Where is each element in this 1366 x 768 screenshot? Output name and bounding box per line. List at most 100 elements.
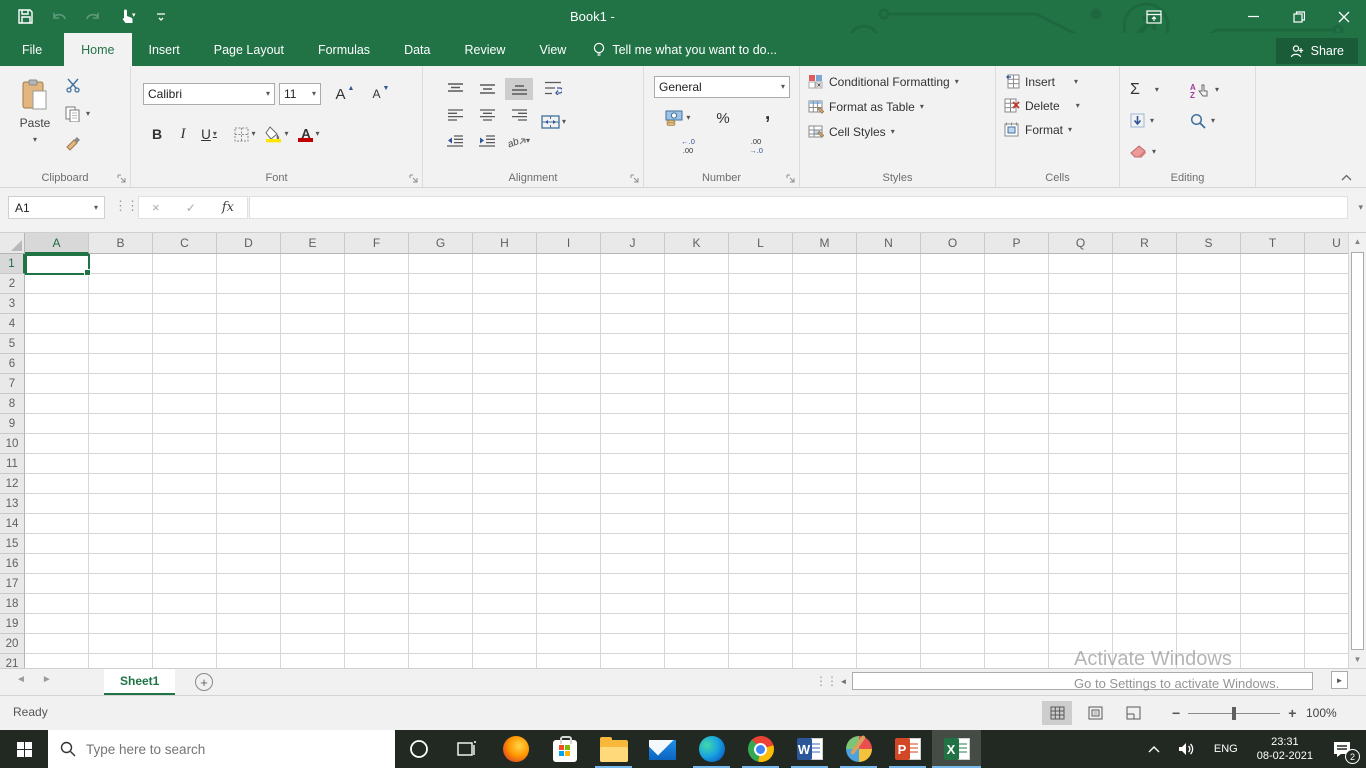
tab-file[interactable]: File <box>0 33 64 66</box>
bold-button[interactable]: B <box>145 122 169 146</box>
taskbar-app-firefox[interactable] <box>491 730 540 768</box>
format-painter-button[interactable] <box>64 134 90 152</box>
insert-cells-button[interactable]: Insert ▾ <box>1004 74 1080 89</box>
column-header[interactable]: A <box>25 233 89 254</box>
number-format-select[interactable]: General ▾ <box>654 76 790 98</box>
ribbon-tab[interactable]: Page Layout <box>197 33 301 66</box>
column-header[interactable]: G <box>409 233 473 254</box>
row-header[interactable]: 11 <box>0 454 25 474</box>
font-color-button[interactable]: A ▾ <box>297 122 321 146</box>
next-sheet-button[interactable]: ► <box>42 674 52 685</box>
action-center-button[interactable]: 2 <box>1323 730 1366 768</box>
close-button[interactable] <box>1321 0 1366 33</box>
row-header[interactable]: 14 <box>0 514 25 534</box>
column-header[interactable]: T <box>1241 233 1305 254</box>
sheet-tab-sheet1[interactable]: Sheet1 <box>104 669 176 695</box>
row-header[interactable]: 15 <box>0 534 25 554</box>
tell-me-box[interactable]: Tell me what you want to do... <box>583 33 787 66</box>
formula-bar-resize-handle[interactable]: ⋮⋮ <box>114 198 139 214</box>
taskbar-app-mail[interactable] <box>638 730 687 768</box>
row-header[interactable]: 6 <box>0 354 25 374</box>
taskbar-app-excel[interactable]: X <box>932 730 981 768</box>
paste-button[interactable]: Paste ▾ <box>12 71 58 165</box>
format-as-table-button[interactable]: Format as Table ▾ <box>808 99 959 115</box>
column-header[interactable]: M <box>793 233 857 254</box>
row-header[interactable]: 2 <box>0 274 25 294</box>
zoom-slider-thumb[interactable] <box>1232 706 1237 720</box>
redo-button[interactable] <box>76 4 110 30</box>
number-dialog-launcher[interactable] <box>786 174 795 183</box>
accounting-format-button[interactable]: ▾ <box>664 106 690 130</box>
vertical-scroll-thumb[interactable] <box>1351 252 1364 650</box>
page-break-preview-button[interactable] <box>1118 701 1148 725</box>
scroll-up-button[interactable]: ▲ <box>1349 233 1366 250</box>
customize-qat-button[interactable] <box>144 4 178 30</box>
previous-sheet-button[interactable]: ◄ <box>16 674 26 685</box>
taskbar-app-file-explorer[interactable] <box>589 730 638 768</box>
row-header[interactable]: 9 <box>0 414 25 434</box>
bottom-align-button[interactable] <box>505 78 533 100</box>
scroll-down-button[interactable]: ▼ <box>1349 651 1366 668</box>
top-align-button[interactable] <box>441 78 469 100</box>
column-header[interactable]: R <box>1113 233 1177 254</box>
zoom-level[interactable]: 100% <box>1306 706 1337 720</box>
tray-show-hidden-icons-button[interactable] <box>1139 730 1169 768</box>
column-header[interactable]: S <box>1177 233 1241 254</box>
column-header[interactable]: F <box>345 233 409 254</box>
clipboard-dialog-launcher[interactable] <box>117 174 126 183</box>
zoom-out-button[interactable]: − <box>1172 705 1180 721</box>
italic-button[interactable]: I <box>171 122 195 146</box>
cortana-button[interactable] <box>395 730 443 768</box>
column-header[interactable]: P <box>985 233 1049 254</box>
cell-area[interactable] <box>25 254 1348 668</box>
ribbon-tab[interactable]: Review <box>447 33 522 66</box>
orientation-button[interactable]: ab ▾ <box>505 130 533 152</box>
cell-styles-button[interactable]: Cell Styles ▾ <box>808 124 959 140</box>
enter-entry-button[interactable]: ✓ <box>186 201 196 215</box>
share-button[interactable]: Share <box>1275 38 1358 64</box>
increase-indent-button[interactable] <box>473 130 501 152</box>
row-header[interactable]: 7 <box>0 374 25 394</box>
ribbon-tab[interactable]: Home <box>64 33 132 66</box>
scroll-right-button[interactable]: ► <box>1331 671 1348 689</box>
increase-font-size-button[interactable]: A ▲ <box>333 82 357 106</box>
new-sheet-button[interactable]: + <box>195 673 213 691</box>
row-header[interactable]: 17 <box>0 574 25 594</box>
delete-cells-button[interactable]: Delete ▾ <box>1004 98 1080 113</box>
row-header[interactable]: 16 <box>0 554 25 574</box>
decrease-decimal-button[interactable]: .00 →.0 <box>744 134 768 158</box>
taskbar-app-edge[interactable] <box>687 730 736 768</box>
row-header[interactable]: 10 <box>0 434 25 454</box>
vertical-scrollbar[interactable]: ▲ ▼ <box>1348 233 1366 668</box>
undo-button[interactable] <box>42 4 76 30</box>
task-view-button[interactable] <box>443 730 491 768</box>
row-header[interactable]: 21 <box>0 654 25 668</box>
align-left-button[interactable] <box>441 104 469 126</box>
page-layout-view-button[interactable] <box>1080 701 1110 725</box>
column-header[interactable]: J <box>601 233 665 254</box>
row-header[interactable]: 4 <box>0 314 25 334</box>
tray-clock[interactable]: 23:31 08-02-2021 <box>1247 730 1323 768</box>
insert-function-button[interactable]: fx <box>222 200 234 215</box>
row-header[interactable]: 12 <box>0 474 25 494</box>
row-header[interactable]: 1 <box>0 254 25 274</box>
save-button[interactable] <box>8 4 42 30</box>
middle-align-button[interactable] <box>473 78 501 100</box>
center-button[interactable] <box>473 104 501 126</box>
column-header[interactable]: K <box>665 233 729 254</box>
taskbar-search-box[interactable] <box>48 730 395 768</box>
ribbon-tab[interactable]: Data <box>387 33 447 66</box>
fill-button[interactable]: ▾ <box>1130 113 1190 128</box>
row-header[interactable]: 3 <box>0 294 25 314</box>
underline-button[interactable]: U ▾ <box>197 122 221 146</box>
align-right-button[interactable] <box>505 104 533 126</box>
ribbon-tab[interactable]: Insert <box>132 33 197 66</box>
search-input[interactable] <box>86 741 346 757</box>
autosum-button[interactable]: Σ ▾ <box>1130 81 1190 99</box>
wrap-text-button[interactable] <box>541 76 566 100</box>
font-name-select[interactable]: Calibri ▾ <box>143 83 275 105</box>
font-dialog-launcher[interactable] <box>409 174 418 183</box>
expand-formula-bar-button[interactable]: ▾ <box>1358 202 1363 213</box>
column-header[interactable]: L <box>729 233 793 254</box>
zoom-slider[interactable] <box>1188 706 1281 720</box>
